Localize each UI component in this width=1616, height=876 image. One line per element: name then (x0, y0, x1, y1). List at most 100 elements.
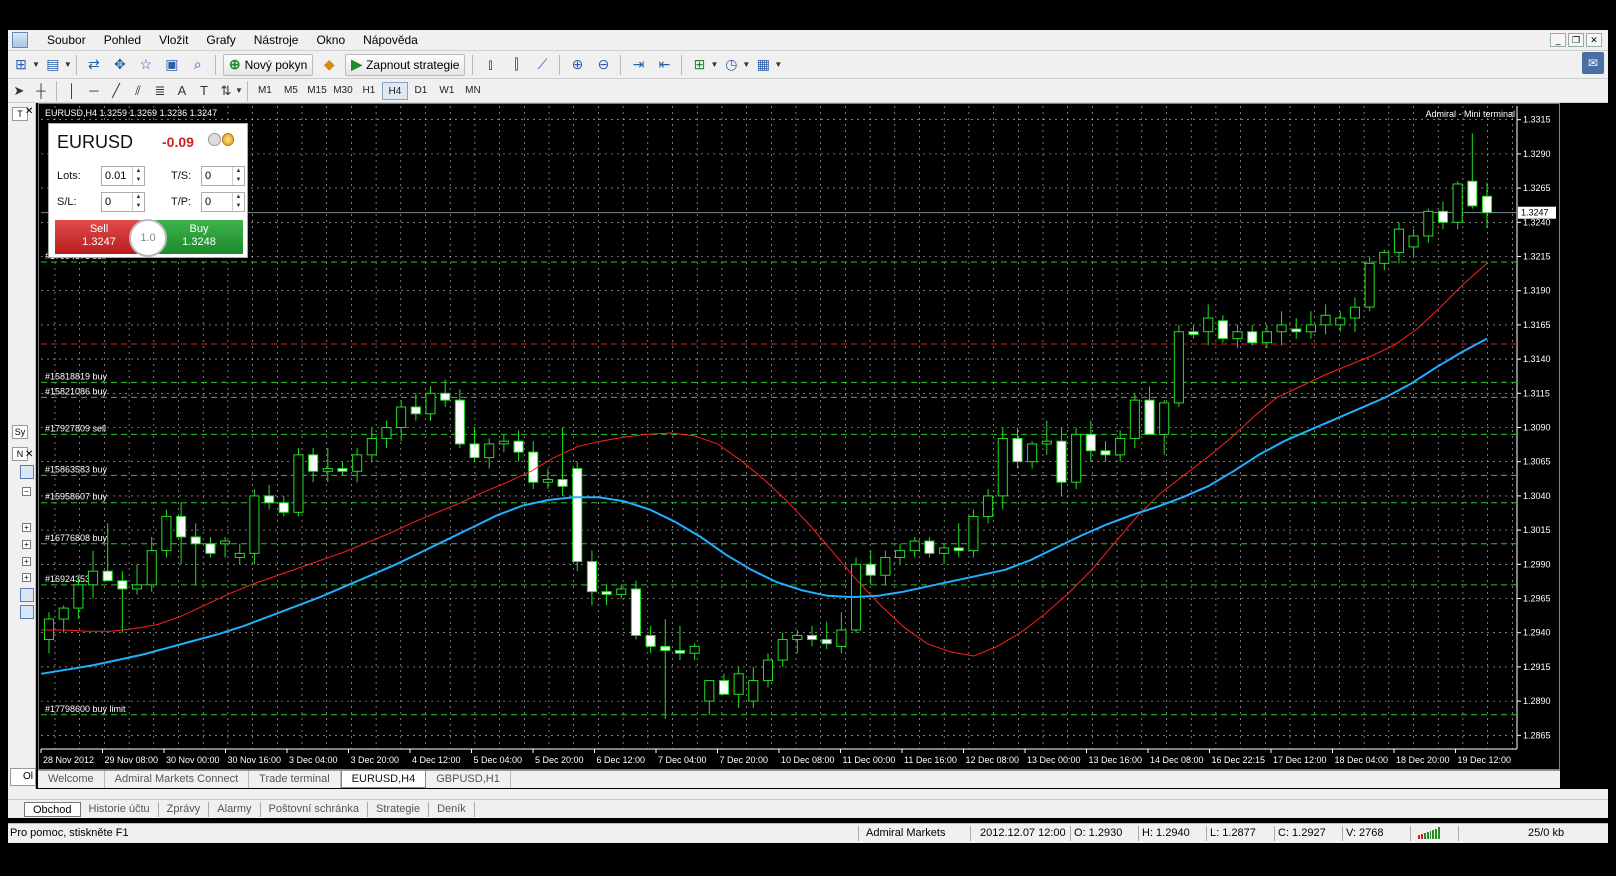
timeframe-m1[interactable]: M1 (252, 82, 278, 100)
symbols-tab[interactable]: Sy (12, 425, 28, 439)
candlestick-icon[interactable]: ⫿ (505, 54, 527, 76)
tab-account-history[interactable]: Historie účtu (81, 801, 159, 817)
expand-icon[interactable]: + (22, 540, 31, 549)
cursor-icon[interactable]: ➤ (8, 81, 30, 101)
equidistant-channel-icon[interactable]: ⫽ (127, 81, 149, 101)
timeframe-mn[interactable]: MN (460, 82, 486, 100)
tab-welcome[interactable]: Welcome (38, 771, 105, 788)
minimize-icon[interactable]: _ (1550, 33, 1566, 47)
tab-trade[interactable]: Obchod (24, 801, 81, 817)
timeframe-d1[interactable]: D1 (408, 82, 434, 100)
chevron-down-icon[interactable]: ▼ (742, 60, 750, 69)
ts-input[interactable]: 0 ▲ ▼ (201, 166, 245, 186)
lots-input[interactable]: 0.01 ▲ ▼ (101, 166, 145, 186)
menu-pohled[interactable]: Pohled (95, 33, 150, 47)
buy-label: Buy (189, 223, 209, 235)
stepper-icon[interactable]: ▲ ▼ (232, 193, 244, 211)
close-icon[interactable]: ✕ (25, 449, 33, 460)
tab-admiral-connect[interactable]: Admiral Markets Connect (105, 771, 250, 788)
chevron-down-icon[interactable]: ▼ (32, 60, 40, 69)
navigator-icon[interactable]: ☆ (135, 54, 157, 76)
data-window-icon[interactable]: ✥ (109, 54, 131, 76)
metaeditor-icon[interactable]: ◆ (318, 54, 340, 76)
timeframe-m15[interactable]: M15 (304, 82, 330, 100)
scripts-icon[interactable] (20, 605, 34, 619)
zoom-in-icon[interactable]: ⊕ (566, 54, 588, 76)
chevron-down-icon[interactable]: ▼ (710, 60, 718, 69)
price-chart[interactable]: 1.3315 1.3290 1.3265 1.3240 1.3215 1.3190 1.31… (39, 104, 1559, 769)
timeframe-w1[interactable]: W1 (434, 82, 460, 100)
line-chart-icon[interactable]: ⟋ (531, 54, 553, 76)
templates-icon[interactable]: ▦ (752, 54, 774, 76)
x-tick-label: 10 Dec 08:00 (781, 755, 835, 765)
accounts-icon[interactable] (20, 465, 34, 479)
timeframe-m5[interactable]: M5 (278, 82, 304, 100)
menu-grafy[interactable]: Grafy (197, 33, 244, 47)
tab-eurusd-h4[interactable]: EURUSD,H4 (340, 771, 427, 788)
zoom-out-icon[interactable]: ⊖ (592, 54, 614, 76)
chart-shift-icon[interactable]: ⇤ (653, 54, 675, 76)
expand-icon[interactable]: + (22, 557, 31, 566)
timeframe-h4[interactable]: H4 (381, 81, 408, 100)
bar-chart-icon[interactable]: ⫾ (479, 54, 501, 76)
stepper-icon[interactable]: ▲ ▼ (232, 167, 244, 185)
stepper-icon[interactable]: ▲ ▼ (132, 193, 144, 211)
restore-icon[interactable]: ❐ (1568, 33, 1584, 47)
close-icon[interactable]: ✕ (25, 106, 33, 117)
terminal-icon[interactable]: ▣ (161, 54, 183, 76)
tab-mailbox[interactable]: Poštovní schránka (261, 801, 369, 817)
vertical-line-icon[interactable]: │ (61, 81, 83, 101)
scripts-icon[interactable] (20, 588, 34, 602)
chevron-down-icon[interactable]: ▼ (774, 60, 782, 69)
profiles-icon[interactable]: ▤ (42, 54, 64, 76)
bottom-left-tab[interactable]: Ol (10, 768, 36, 786)
stepper-icon[interactable]: ▲ ▼ (132, 167, 144, 185)
timeframe-m30[interactable]: M30 (330, 82, 356, 100)
tab-news[interactable]: Zprávy (159, 801, 210, 817)
sl-label: S/L: (57, 196, 77, 208)
trendline-icon[interactable]: ╱ (105, 81, 127, 101)
text-label-icon[interactable]: T (193, 81, 215, 101)
expand-icon[interactable]: + (22, 573, 31, 582)
menu-napoveda[interactable]: Nápověda (354, 33, 427, 47)
menu-vlozit[interactable]: Vložit (150, 33, 197, 47)
crosshair-icon[interactable]: ┼ (30, 81, 52, 101)
fibonacci-icon[interactable]: ≣ (149, 81, 171, 101)
tab-gbpusd-h1[interactable]: GBPUSD,H1 (426, 771, 511, 788)
close-icon[interactable]: ✕ (1586, 33, 1602, 47)
strategy-tester-icon[interactable]: ⌕ (187, 54, 209, 76)
expand-icon[interactable]: + (22, 523, 31, 532)
menu-nastroje[interactable]: Nástroje (245, 33, 308, 47)
collapse-icon[interactable]: − (22, 487, 31, 496)
connection-status-icon (1418, 827, 1440, 839)
chevron-down-icon[interactable]: ▼ (235, 86, 243, 95)
new-chart-icon[interactable]: ⊞ (10, 54, 32, 76)
autotrading-button[interactable]: ▶ Zapnout strategie (345, 53, 466, 76)
arrows-icon[interactable]: ⇅ (215, 81, 237, 101)
text-icon[interactable]: A (171, 81, 193, 101)
indicators-icon[interactable]: ⊞ (688, 54, 710, 76)
lot-size-dial[interactable]: 1.0 (129, 219, 167, 257)
horizontal-line-icon[interactable]: ─ (83, 81, 105, 101)
tab-trade-terminal[interactable]: Trade terminal (249, 771, 341, 788)
tab-alerts[interactable]: Alarmy (209, 801, 261, 817)
new-order-button[interactable]: ⊕ Nový pokyn (222, 53, 314, 76)
market-watch-icon[interactable]: ⇄ (83, 54, 105, 76)
y-tick-label: 1.3140 (1523, 354, 1551, 364)
autoscroll-icon[interactable]: ⇥ (627, 54, 649, 76)
bar-volume: V: 2768 (1346, 827, 1384, 839)
chevron-down-icon[interactable]: ▼ (64, 60, 72, 69)
account-icon[interactable] (208, 133, 234, 149)
app-icon[interactable] (12, 32, 28, 48)
sl-input[interactable]: 0 ▲ ▼ (101, 192, 145, 212)
timeframe-h1[interactable]: H1 (356, 82, 382, 100)
periods-icon[interactable]: ◷ (720, 54, 742, 76)
buy-button[interactable]: Buy 1.3248 (155, 220, 243, 254)
chart-window[interactable]: 1.3315 1.3290 1.3265 1.3240 1.3215 1.3190 1.31… (38, 103, 1560, 770)
menu-okno[interactable]: Okno (307, 33, 354, 47)
tp-input[interactable]: 0 ▲ ▼ (201, 192, 245, 212)
chat-icon[interactable]: ✉ (1582, 52, 1604, 74)
tab-journal[interactable]: Deník (429, 801, 475, 817)
tab-experts[interactable]: Strategie (368, 801, 430, 817)
menu-soubor[interactable]: Soubor (38, 33, 95, 47)
